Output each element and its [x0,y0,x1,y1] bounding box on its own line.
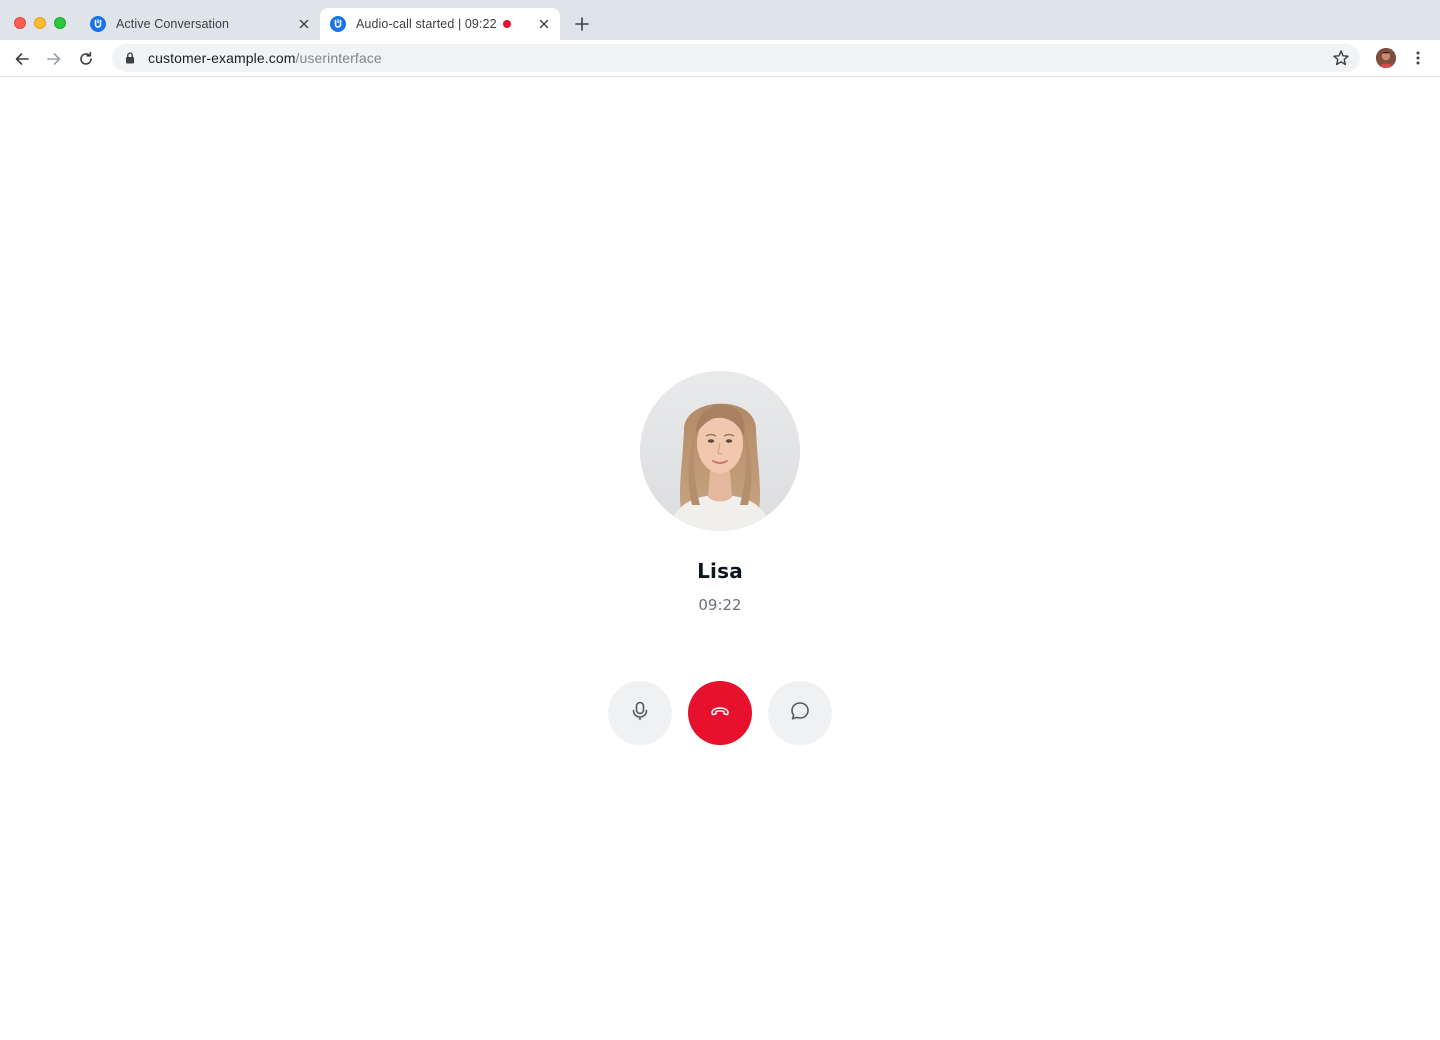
recording-indicator-icon [503,20,511,28]
back-arrow-icon[interactable] [11,48,33,70]
hang-up-button[interactable] [688,681,752,745]
caller-name: Lisa [697,559,743,583]
close-tab-icon[interactable] [536,16,552,32]
microphone-icon [629,700,651,727]
tab-title: Active Conversation [116,17,230,31]
close-window-button[interactable] [14,17,26,29]
bookmark-star-icon[interactable] [1332,49,1350,67]
address-bar[interactable]: customer-example.com/userinterface [112,44,1360,72]
caller-avatar [640,371,800,531]
tab-title: Audio-call started | 09:22 [356,17,497,31]
call-duration: 09:22 [698,596,742,614]
forward-arrow-icon[interactable] [43,48,65,70]
tab-active-conversation[interactable]: Active Conversation [80,8,320,40]
mute-button[interactable] [608,681,672,745]
new-tab-button[interactable] [572,14,592,34]
close-tab-icon[interactable] [296,16,312,32]
browser-tab-strip: Active Conversation Audio-call started |… [0,0,1440,40]
url-host: customer-example.com [148,50,296,66]
browser-menu-icon[interactable] [1408,48,1428,68]
tab-audio-call[interactable]: Audio-call started | 09:22 [320,8,560,40]
maximize-window-button[interactable] [54,17,66,29]
chat-bubble-icon [789,700,811,727]
minimize-window-button[interactable] [34,17,46,29]
audio-call-screen: Lisa 09:22 [0,77,1440,1040]
chat-button[interactable] [768,681,832,745]
url-path: /userinterface [295,50,382,66]
reload-icon[interactable] [75,48,97,70]
u-logo-icon [330,16,346,32]
phone-hangup-icon [709,700,731,727]
browser-toolbar: customer-example.com/userinterface [0,40,1440,77]
lock-icon [124,51,136,65]
url-text: customer-example.com/userinterface [148,50,382,66]
profile-avatar[interactable] [1376,48,1396,68]
u-logo-icon [90,16,106,32]
